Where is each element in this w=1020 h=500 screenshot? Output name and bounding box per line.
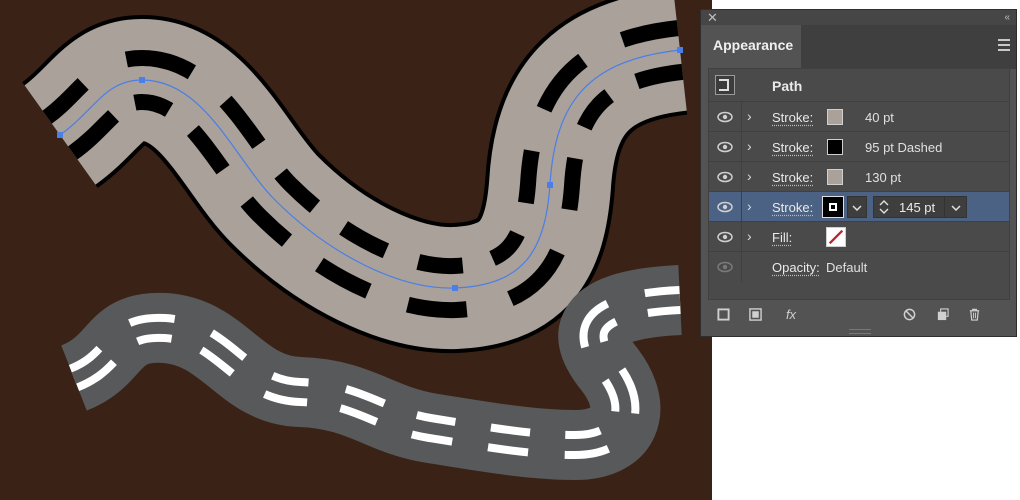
stepper-icon[interactable] <box>879 200 889 214</box>
opacity-value: Default <box>826 260 868 275</box>
stroke-weight-value[interactable]: 145 pt <box>899 200 935 215</box>
stroke-value: 130 pt <box>865 170 902 185</box>
expand-chevron-icon[interactable]: › <box>747 138 752 154</box>
fx-icon[interactable]: fx <box>780 306 802 324</box>
eye-icon <box>717 261 733 273</box>
path-thumbnail <box>715 75 735 95</box>
stroke-swatch[interactable] <box>827 169 843 185</box>
chevron-down-icon <box>852 205 862 211</box>
collapse-icon[interactable]: « <box>1004 10 1010 25</box>
tab-appearance[interactable]: Appearance <box>701 25 801 69</box>
add-fill-icon[interactable] <box>746 306 764 324</box>
panel-menu-icon[interactable] <box>998 39 1010 51</box>
eye-icon[interactable] <box>717 141 733 153</box>
expand-chevron-icon[interactable]: › <box>747 198 752 214</box>
clear-appearance-icon[interactable] <box>900 306 918 324</box>
path-label: Path <box>772 78 803 94</box>
stroke-swatch[interactable] <box>827 139 843 155</box>
expand-chevron-icon[interactable]: › <box>747 168 752 184</box>
stroke-weight-field[interactable]: 145 pt <box>873 196 967 218</box>
stroke-row-1[interactable]: › Stroke: 40 pt <box>709 102 1009 132</box>
chevron-down-icon[interactable] <box>951 205 961 211</box>
panel-titlebar[interactable]: ✕ « <box>701 10 1016 25</box>
stroke-label[interactable]: Stroke: <box>772 110 813 125</box>
eye-icon[interactable] <box>717 171 733 183</box>
opacity-row[interactable]: Opacity: Default <box>709 252 1009 282</box>
stroke-label[interactable]: Stroke: <box>772 200 813 215</box>
expand-chevron-icon[interactable]: › <box>747 108 752 124</box>
fill-row[interactable]: › Fill: <box>709 222 1009 252</box>
stroke-swatch[interactable] <box>827 109 843 125</box>
eye-icon[interactable] <box>717 111 733 123</box>
artwork <box>20 0 689 481</box>
stroke-label[interactable]: Stroke: <box>772 140 813 155</box>
eye-icon[interactable] <box>717 201 733 213</box>
stroke-row-4[interactable]: › Stroke: 145 pt <box>709 192 1009 222</box>
path-row[interactable]: Path <box>709 69 1009 102</box>
swatch-dropdown[interactable] <box>847 196 867 218</box>
fill-label[interactable]: Fill: <box>772 230 792 245</box>
opacity-label[interactable]: Opacity: <box>772 260 820 275</box>
duplicate-item-icon[interactable] <box>933 306 951 324</box>
add-stroke-icon[interactable] <box>714 306 732 324</box>
appearance-panel: ✕ « Appearance Path › Stroke: 40 pt › St… <box>700 9 1017 337</box>
appearance-list: Path › Stroke: 40 pt › Stroke: 95 pt Das… <box>708 68 1010 300</box>
panel-tab-row: Appearance <box>701 25 1016 69</box>
stroke-row-2[interactable]: › Stroke: 95 pt Dashed <box>709 132 1009 162</box>
eye-icon[interactable] <box>717 231 733 243</box>
close-icon[interactable]: ✕ <box>707 10 718 25</box>
resize-grip[interactable] <box>849 329 871 334</box>
fill-none-swatch[interactable] <box>826 227 846 247</box>
delete-icon[interactable] <box>965 306 983 324</box>
upper-road[interactable] <box>20 0 689 354</box>
artboard-canvas[interactable] <box>0 0 712 500</box>
stroke-label[interactable]: Stroke: <box>772 170 813 185</box>
stroke-value: 40 pt <box>865 110 894 125</box>
expand-chevron-icon[interactable]: › <box>747 228 752 244</box>
panel-toolbar: fx <box>708 306 1010 326</box>
stroke-color-swatch[interactable] <box>822 196 844 218</box>
stroke-value: 95 pt Dashed <box>865 140 943 155</box>
stroke-row-3[interactable]: › Stroke: 130 pt <box>709 162 1009 192</box>
